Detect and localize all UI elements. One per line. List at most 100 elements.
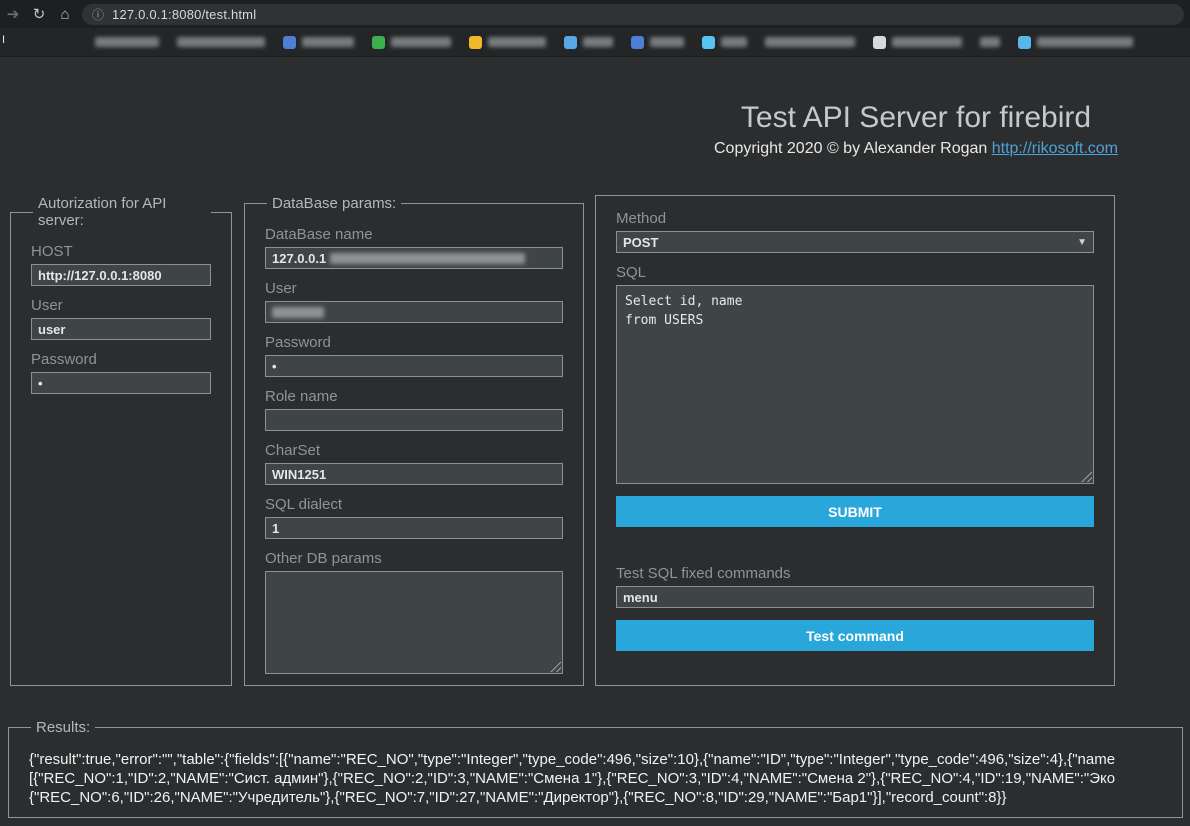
bookmark-favicon — [372, 36, 385, 49]
db-name-input[interactable]: 127.0.0.1 — [265, 247, 563, 269]
results-line: {"REC_NO":6,"ID":26,"NAME":"Учредитель"}… — [29, 788, 1174, 807]
redacted-value — [330, 253, 525, 264]
bookmark-label-blurred — [892, 37, 962, 47]
results-fieldset: Results: {"result":true,"error":"","tabl… — [8, 719, 1183, 818]
test-command-input[interactable] — [616, 586, 1094, 608]
test-command-label: Test SQL fixed commands — [616, 565, 1094, 583]
db-name-field-group: DataBase name 127.0.0.1 — [265, 226, 563, 269]
db-role-input[interactable] — [265, 409, 563, 431]
db-dialect-label: SQL dialect — [265, 496, 563, 514]
bookmark-item[interactable] — [873, 36, 962, 49]
host-input[interactable] — [31, 264, 211, 286]
bookmark-label-blurred — [1037, 37, 1133, 47]
bookmark-item[interactable] — [765, 37, 855, 47]
auth-password-field-group: Password — [31, 351, 211, 394]
bookmark-item[interactable] — [283, 36, 354, 49]
home-icon[interactable]: ⌂ — [52, 6, 78, 23]
method-selected-value: POST — [623, 235, 658, 250]
db-role-label: Role name — [265, 388, 563, 406]
bookmark-label-blurred — [391, 37, 451, 47]
bookmark-favicon — [631, 36, 644, 49]
db-other-params-textarea[interactable] — [265, 571, 563, 674]
page-title: Test API Server for firebird — [666, 101, 1166, 135]
bookmark-item[interactable] — [1018, 36, 1133, 49]
bookmark-label-blurred — [95, 37, 159, 47]
sql-textarea[interactable]: Select id, name from USERS — [616, 285, 1094, 484]
db-charset-field-group: CharSet — [265, 442, 563, 485]
partial-glyph: I — [2, 34, 5, 46]
bookmark-favicon — [564, 36, 577, 49]
bookmark-favicon — [283, 36, 296, 49]
info-icon[interactable]: ⓘ — [92, 6, 104, 23]
address-bar[interactable]: ⓘ 127.0.0.1:8080/test.html — [82, 4, 1184, 25]
db-password-field-group: Password — [265, 334, 563, 377]
bookmark-item[interactable] — [980, 37, 1000, 47]
db-charset-input[interactable] — [265, 463, 563, 485]
submit-button[interactable]: SUBMIT — [616, 496, 1094, 527]
db-name-label: DataBase name — [265, 226, 563, 244]
db-legend: DataBase params: — [267, 195, 401, 212]
chevron-down-icon: ▼ — [1077, 237, 1087, 248]
results-legend: Results: — [31, 719, 95, 736]
reload-icon[interactable]: ↻ — [26, 5, 52, 23]
copyright-text: Copyright 2020 © by Alexander Rogan — [714, 140, 992, 157]
db-other-label: Other DB params — [265, 550, 563, 568]
bookmark-label-blurred — [583, 37, 613, 47]
rikosoft-link[interactable]: http://rikosoft.com — [992, 140, 1118, 157]
db-user-input[interactable] — [265, 301, 563, 323]
bookmarks-bar: I — [0, 28, 1190, 57]
method-label: Method — [616, 210, 1094, 228]
auth-user-input[interactable] — [31, 318, 211, 340]
db-fieldset: DataBase params: DataBase name 127.0.0.1… — [244, 195, 584, 686]
bookmark-favicon — [469, 36, 482, 49]
bookmark-item[interactable] — [372, 36, 451, 49]
db-dialect-field-group: SQL dialect — [265, 496, 563, 539]
db-user-label: User — [265, 280, 563, 298]
host-label: HOST — [31, 243, 211, 261]
bookmark-favicon — [702, 36, 715, 49]
results-output: {"result":true,"error":"","table":{"fiel… — [29, 750, 1174, 807]
db-charset-label: CharSet — [265, 442, 563, 460]
request-panel: Method POST ▼ SQL Select id, name from U… — [595, 195, 1115, 686]
page-header: Test API Server for firebird Copyright 2… — [666, 101, 1166, 158]
bookmark-item[interactable] — [702, 36, 747, 49]
bookmark-favicon — [873, 36, 886, 49]
db-password-input[interactable] — [265, 355, 563, 377]
results-line: {"result":true,"error":"","table":{"fiel… — [29, 750, 1174, 769]
db-other-field-group: Other DB params — [265, 550, 563, 674]
test-command-button[interactable]: Test command — [616, 620, 1094, 651]
auth-password-label: Password — [31, 351, 211, 369]
host-field-group: HOST — [31, 243, 211, 286]
bookmark-label-blurred — [302, 37, 354, 47]
auth-fieldset: Autorization for API server: HOST User P… — [10, 195, 232, 686]
bookmark-label-blurred — [488, 37, 546, 47]
db-dialect-input[interactable] — [265, 517, 563, 539]
db-name-value: 127.0.0.1 — [272, 251, 326, 266]
page-body: Test API Server for firebird Copyright 2… — [0, 57, 1190, 826]
bookmark-label-blurred — [980, 37, 1000, 47]
results-line: [{"REC_NO":1,"ID":2,"NAME":"Сист. админ"… — [29, 769, 1174, 788]
sql-label: SQL — [616, 264, 1094, 282]
bookmark-label-blurred — [177, 37, 265, 47]
redacted-value — [272, 307, 324, 318]
db-user-field-group: User — [265, 280, 563, 323]
auth-password-input[interactable] — [31, 372, 211, 394]
bookmark-label-blurred — [650, 37, 684, 47]
auth-legend: Autorization for API server: — [33, 195, 211, 229]
method-select[interactable]: POST ▼ — [616, 231, 1094, 253]
forward-icon[interactable]: ➔ — [0, 5, 26, 23]
method-field-group: Method POST ▼ — [616, 210, 1094, 253]
bookmark-item[interactable] — [95, 37, 159, 47]
bookmark-item[interactable] — [631, 36, 684, 49]
url-text: 127.0.0.1:8080/test.html — [112, 7, 256, 22]
bookmark-label-blurred — [721, 37, 747, 47]
bookmark-favicon — [1018, 36, 1031, 49]
auth-user-label: User — [31, 297, 211, 315]
bookmark-item[interactable] — [469, 36, 546, 49]
auth-user-field-group: User — [31, 297, 211, 340]
bookmark-label-blurred — [765, 37, 855, 47]
db-password-label: Password — [265, 334, 563, 352]
db-role-field-group: Role name — [265, 388, 563, 431]
bookmark-item[interactable] — [177, 37, 265, 47]
bookmark-item[interactable] — [564, 36, 613, 49]
